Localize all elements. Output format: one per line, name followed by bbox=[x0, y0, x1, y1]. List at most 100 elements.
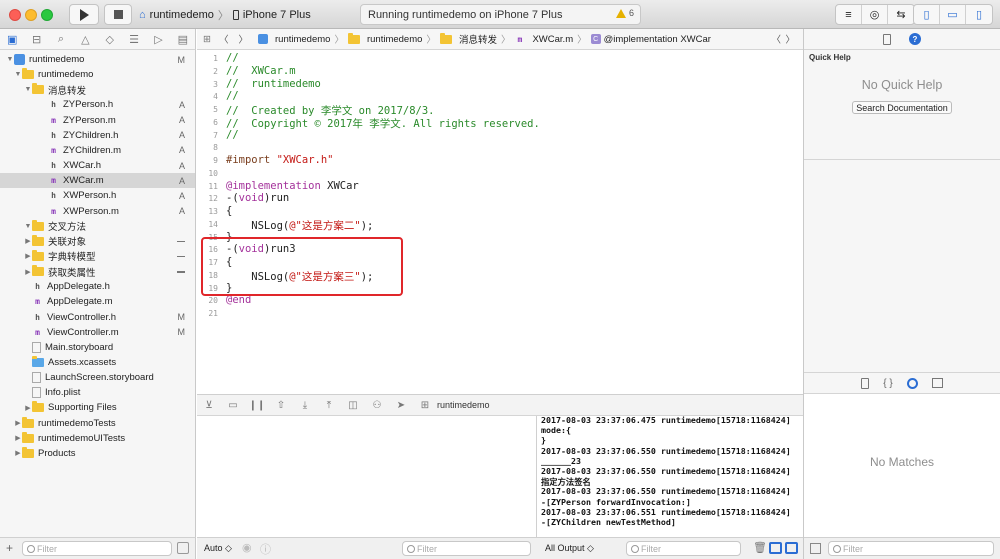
disclosure-closed-icon[interactable]: ▶ bbox=[14, 419, 22, 427]
variables-filter-input[interactable]: Filter bbox=[402, 541, 531, 556]
navigator-row[interactable]: h ZYPerson.h A bbox=[0, 97, 195, 112]
navigator-row[interactable]: m ZYPerson.m A bbox=[0, 113, 195, 128]
forward-arrow-icon[interactable]: 〉 bbox=[238, 32, 248, 46]
navigator-row[interactable]: ▶ 获取类属性 bbox=[0, 264, 195, 279]
navigator-row[interactable]: m XWCar.m A bbox=[0, 173, 195, 189]
back-arrow-icon[interactable]: 〈 bbox=[219, 32, 229, 46]
search-documentation-button[interactable]: Search Documentation bbox=[852, 101, 952, 114]
object-library-icon[interactable] bbox=[906, 377, 918, 389]
disclosure-closed-icon[interactable]: ▶ bbox=[24, 237, 32, 245]
navigator-row[interactable]: Assets.xcassets bbox=[0, 355, 195, 370]
disclosure-closed-icon[interactable]: ▶ bbox=[24, 268, 32, 276]
navigator-row[interactable]: h ZYChildren.h A bbox=[0, 128, 195, 143]
previous-issue-icon[interactable]: 〈 bbox=[771, 32, 781, 46]
version-editor-icon[interactable]: ⇆ bbox=[888, 5, 914, 24]
view-debugger-icon[interactable]: ◫ bbox=[341, 400, 365, 411]
disclosure-open-icon[interactable]: ▼ bbox=[14, 71, 22, 78]
navigator-row[interactable]: ▶ runtimedemoTests bbox=[0, 416, 195, 431]
location-icon[interactable]: ➤ bbox=[389, 400, 413, 411]
navigator-row[interactable]: m ZYChildren.m A bbox=[0, 143, 195, 158]
media-library-icon[interactable] bbox=[931, 378, 943, 388]
crumb-file[interactable]: m XWCar.m bbox=[514, 34, 574, 45]
navigator-row[interactable]: m ViewController.m M bbox=[0, 325, 195, 340]
split-right-icon[interactable] bbox=[785, 542, 798, 554]
zoom-window-button[interactable] bbox=[41, 9, 53, 21]
disclosure-closed-icon[interactable]: ▶ bbox=[24, 252, 32, 260]
next-issue-icon[interactable]: 〉 bbox=[785, 32, 795, 46]
utilities-toggle-icon[interactable]: ▯ bbox=[966, 5, 992, 24]
file-inspector-icon[interactable] bbox=[883, 33, 891, 45]
disclosure-open-icon[interactable]: ▼ bbox=[6, 56, 14, 63]
navigator-row[interactable]: m AppDelegate.m bbox=[0, 294, 195, 309]
navigator-row[interactable]: ▼ 交叉方法 bbox=[0, 219, 195, 234]
file-template-icon[interactable] bbox=[861, 377, 870, 389]
code-snippet-icon[interactable]: { } bbox=[883, 378, 892, 389]
auto-scope-select[interactable]: Auto ◇ bbox=[204, 543, 232, 554]
minimize-window-button[interactable] bbox=[25, 9, 37, 21]
navigator-row[interactable]: ▼ 消息转发 bbox=[0, 82, 195, 97]
library-filter-input[interactable]: Filter bbox=[828, 541, 994, 556]
stop-button[interactable] bbox=[104, 4, 132, 25]
run-button[interactable] bbox=[69, 4, 99, 25]
close-window-button[interactable] bbox=[9, 9, 21, 21]
output-select[interactable]: All Output ◇ bbox=[545, 543, 594, 554]
crumb-group[interactable]: runtimedemo bbox=[347, 32, 422, 45]
disclosure-open-icon[interactable]: ▼ bbox=[24, 223, 32, 230]
breakpoints-toggle-icon[interactable]: ▭ bbox=[221, 400, 245, 411]
add-icon[interactable]: + bbox=[6, 541, 13, 555]
disclosure-open-icon[interactable]: ▼ bbox=[24, 86, 32, 93]
console-output[interactable]: 2017-08-03 23:37:06.475 runtimedemo[1571… bbox=[537, 416, 803, 537]
report-navigator-icon[interactable]: ▤ bbox=[171, 33, 195, 46]
disclosure-closed-icon[interactable]: ▶ bbox=[14, 434, 22, 442]
source-editor[interactable]: //// XWCar.m// runtimedemo//// Created b… bbox=[222, 50, 803, 394]
navigator-row[interactable]: h XWPerson.h A bbox=[0, 188, 195, 203]
filter-options-icon[interactable] bbox=[177, 542, 189, 554]
disclosure-closed-icon[interactable]: ▶ bbox=[24, 404, 32, 412]
eye-icon[interactable]: ◉ bbox=[242, 541, 252, 554]
trash-icon[interactable]: 🗑 bbox=[753, 541, 767, 554]
crumb-subgroup[interactable]: 消息转发 bbox=[439, 32, 497, 46]
navigator-row[interactable]: ▶ 字典转模型 bbox=[0, 249, 195, 264]
debug-navigator-icon[interactable]: ☰ bbox=[122, 33, 146, 46]
console-filter-input[interactable]: Filter bbox=[626, 541, 741, 556]
warning-badge[interactable]: 6 bbox=[615, 8, 634, 18]
find-navigator-icon[interactable]: ⌕ bbox=[49, 33, 73, 46]
step-out-icon[interactable]: ⤒ bbox=[317, 400, 341, 411]
debug-toggle-icon[interactable]: ▭ bbox=[940, 5, 966, 24]
navigator-row[interactable]: Info.plist bbox=[0, 385, 195, 400]
navigator-row[interactable]: h XWCar.h A bbox=[0, 158, 195, 173]
navigator-row[interactable]: ▶ Supporting Files bbox=[0, 400, 195, 415]
navigator-row[interactable]: Main.storyboard bbox=[0, 340, 195, 355]
pause-icon[interactable]: ❙❙ bbox=[245, 400, 269, 411]
navigator-filter-input[interactable]: Filter bbox=[22, 541, 172, 556]
related-items-icon[interactable]: ⊞ bbox=[203, 34, 211, 45]
quick-help-icon[interactable]: ? bbox=[909, 33, 921, 45]
test-navigator-icon[interactable]: ◇ bbox=[98, 33, 122, 46]
navigator-row[interactable]: ▶ Products bbox=[0, 446, 195, 461]
assistant-editor-icon[interactable]: ◎ bbox=[862, 5, 888, 24]
navigator-row[interactable]: LaunchScreen.storyboard bbox=[0, 370, 195, 385]
navigator-row[interactable]: h ViewController.h M bbox=[0, 310, 195, 325]
grid-view-icon[interactable] bbox=[810, 543, 821, 554]
step-into-icon[interactable]: ⤓ bbox=[293, 400, 317, 411]
standard-editor-icon[interactable]: ≡ bbox=[836, 5, 862, 24]
info-icon[interactable]: ⓘ bbox=[260, 541, 271, 557]
crumb-project[interactable]: runtimedemo bbox=[258, 34, 330, 45]
hide-debug-area-icon[interactable]: ⊻ bbox=[197, 400, 221, 411]
navigator-row[interactable]: h AppDelegate.h bbox=[0, 279, 195, 294]
symbol-navigator-icon[interactable]: ⊟ bbox=[24, 33, 48, 46]
split-left-icon[interactable] bbox=[769, 542, 782, 554]
disclosure-closed-icon[interactable]: ▶ bbox=[14, 449, 22, 457]
breakpoint-navigator-icon[interactable]: ▷ bbox=[146, 33, 170, 46]
navigator-toggle-icon[interactable]: ▯ bbox=[914, 5, 940, 24]
navigator-row[interactable]: m XWPerson.m A bbox=[0, 204, 195, 219]
navigator-row[interactable]: ▶ runtimedemoUITests bbox=[0, 431, 195, 446]
navigator-row[interactable]: ▼ runtimedemo bbox=[0, 67, 195, 82]
navigator-row[interactable]: ▼ runtimedemo M bbox=[0, 52, 195, 67]
crumb-symbol[interactable]: C @implementation XWCar bbox=[590, 34, 711, 45]
step-over-icon[interactable]: ⇧ bbox=[269, 400, 293, 411]
navigator-row[interactable]: ▶ 关联对象 bbox=[0, 234, 195, 249]
scheme-selector[interactable]: ⌂ runtimedemo 〉 iPhone 7 Plus bbox=[139, 5, 311, 24]
issue-navigator-icon[interactable]: △ bbox=[73, 33, 97, 46]
memory-graph-icon[interactable]: ⚇ bbox=[365, 400, 389, 411]
